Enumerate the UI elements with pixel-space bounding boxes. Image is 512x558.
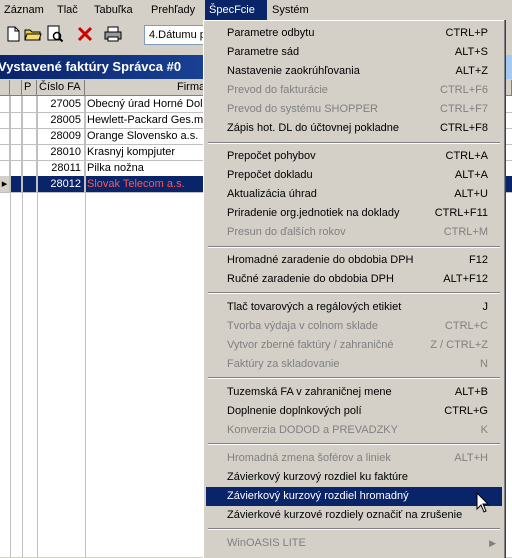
print-preview-icon[interactable] xyxy=(46,25,64,43)
menu-item-doplnenie-poli[interactable]: Doplnenie doplnkových polí CTRL+G xyxy=(206,402,502,421)
menu-item-vytvor-zberne-faktury: Vytvor zberné faktúry / zahraničné Z / CT… xyxy=(227,339,488,351)
grid-line xyxy=(22,96,23,557)
header-p[interactable]: P xyxy=(22,80,37,95)
menu-item-aktualizacia-uhrad[interactable]: Aktualizácia úhrad ALT+U xyxy=(206,185,502,204)
menu-separator xyxy=(208,377,500,379)
company-name: Krasnyj kompjuter xyxy=(85,144,205,160)
menu-item-presun-do-dalsich-rokov: Presun do ďalších rokov CTRL+M xyxy=(227,226,488,238)
row-pointer-icon: ▸ xyxy=(0,176,10,192)
menu-separator xyxy=(208,443,500,445)
menu-item-tvorba-vydaja: Tvorba výdaja v colnom sklade CTRL+C xyxy=(227,320,488,332)
specfcie-dropdown-menu: Parametre odbytu CTRL+P Parametre sád ALT+… xyxy=(203,20,504,558)
menu-item-zapis-hot-dl[interactable]: Zápis hot. DL do účtovnej pokladne CTRL+F… xyxy=(206,119,502,138)
menu-separator xyxy=(208,528,500,530)
company-name: Pilka nožna xyxy=(85,160,205,176)
menu-separator xyxy=(208,246,500,248)
menu-item-zavierkovy-rozdiel-ku-fakture[interactable]: Závierkový kurzový rozdiel ku faktúre xyxy=(206,468,502,487)
company-name: Obecný úrad Horné Dol xyxy=(85,96,205,112)
menu-item-faktury-za-skladovanie: Faktúry za skladovanie N xyxy=(227,358,488,370)
invoice-number: 27005 xyxy=(37,96,85,112)
menu-item-prepocet-dokladu[interactable]: Prepočet dokladu ALT+A xyxy=(206,166,502,185)
invoice-number: 28010 xyxy=(37,144,85,160)
menu-item-zavierkove-rozdiely-zrusenie[interactable]: Závierkové kurzové rozdiely označiť na z… xyxy=(206,506,502,525)
menu-bar: Záznam Tlač Tabuľka Prehľady ŠpecFcie Sy… xyxy=(0,0,512,20)
new-document-icon[interactable] xyxy=(4,25,22,43)
header-cislo-fa[interactable]: Číslo FA xyxy=(37,80,85,95)
window-title-text: Vystavené faktúry Správca #0 xyxy=(0,59,182,74)
grid-line xyxy=(85,96,86,557)
menu-item-prepocet-pohybov[interactable]: Prepočet pohybov CTRL+A xyxy=(206,147,502,166)
menu-specfcie[interactable]: ŠpecFcie xyxy=(205,0,267,20)
menu-item-parametre-sad[interactable]: Parametre sád ALT+S xyxy=(206,43,502,62)
company-name: Orange Slovensko a.s. xyxy=(85,128,205,144)
company-name: Hewlett-Packard Ges.m xyxy=(87,112,205,128)
menu-item-nastavenie-zaokruhlovania[interactable]: Nastavenie zaokrúhľovania ALT+Z xyxy=(206,62,502,81)
menu-item-rucne-zaradenie-dph[interactable]: Ručné zaradenie do obdobia DPH ALT+F12 xyxy=(206,270,502,289)
menu-item-prevod-shopper: Prevod do systému SHOPPER CTRL+F7 xyxy=(227,103,488,115)
menu-system[interactable]: Systém xyxy=(268,0,313,20)
menu-item-tlac-etikiet[interactable]: Tlač tovarových a regálových etikiet J xyxy=(206,298,502,317)
grid-line xyxy=(10,96,11,557)
menu-separator xyxy=(208,292,500,294)
printer-icon[interactable] xyxy=(104,25,122,43)
menu-item-priradenie-org-jednotiek[interactable]: Priradenie org.jednotiek na doklady CTRL+… xyxy=(206,204,502,223)
submenu-arrow-icon: ▶ xyxy=(489,538,496,548)
menu-item-hromadna-zmena-soferov: Hromadná zmena šoférov a liniek ALT+H xyxy=(227,452,488,464)
menu-item-zavierkovy-rozdiel-hromadny[interactable]: Závierkový kurzový rozdiel hromadný xyxy=(206,487,502,506)
invoice-number: 28011 xyxy=(37,160,85,176)
menu-item-tuzemska-fa[interactable]: Tuzemská FA v zahraničnej mene ALT+B xyxy=(206,383,502,402)
menu-item-hromadne-zaradenie-dph[interactable]: Hromadné zaradenie do obdobia DPH F12 xyxy=(206,251,502,270)
menu-item-parametre-odbytu[interactable]: Parametre odbytu CTRL+P xyxy=(206,24,502,43)
invoice-number: 28012 xyxy=(37,176,85,192)
header-indicator xyxy=(0,80,10,95)
menu-prehlady[interactable]: Prehľady xyxy=(147,0,199,20)
grid-line xyxy=(37,96,38,557)
menu-tlac[interactable]: Tlač xyxy=(53,0,82,20)
menu-item-konverzia-dodod: Konverzia DODOD a PREVADZKY K xyxy=(227,424,488,436)
menu-zaznam[interactable]: Záznam xyxy=(0,0,48,20)
mouse-cursor-icon xyxy=(476,492,490,513)
header-blank xyxy=(10,80,22,95)
menu-separator xyxy=(208,142,500,144)
menu-tabulka[interactable]: Tabuľka xyxy=(90,0,137,20)
menu-item-prevod-do-fakturacie: Prevod do fakturácie CTRL+F6 xyxy=(227,84,488,96)
invoice-number: 28005 xyxy=(37,112,85,128)
open-folder-icon[interactable] xyxy=(24,25,42,43)
company-name: Slovak Telecom a.s. xyxy=(85,176,205,192)
delete-icon[interactable] xyxy=(76,25,94,43)
menu-item-winoasis-lite: WinOASIS LITE ▶ xyxy=(206,534,502,553)
invoice-number: 28009 xyxy=(37,128,85,144)
